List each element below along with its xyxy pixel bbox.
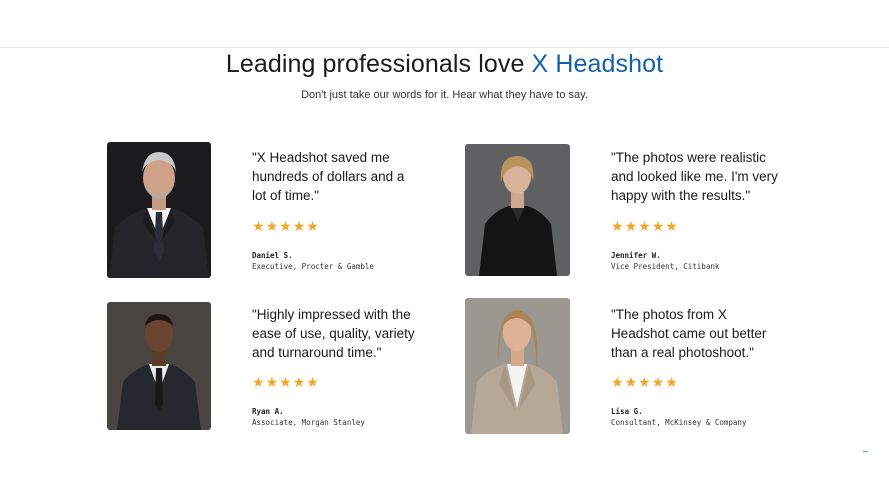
- testimonial-quote-ryan: "Highly impressed with the ease of use, …: [252, 305, 442, 362]
- testimonial-quote-lisa: "The photos from X Headshot came out bet…: [611, 305, 801, 362]
- quote-line: hundreds of dollars and a: [252, 169, 405, 184]
- star-icon: ★: [611, 375, 624, 391]
- star-icon: ★: [292, 375, 306, 391]
- testimonial-quote-jennifer: "The photos were realistic and looked li…: [611, 148, 801, 205]
- rating-stars-ryan: ★ ★ ★ ★ ★: [252, 376, 319, 390]
- star-icon: ★: [638, 375, 651, 391]
- rating-stars-daniel: ★ ★ ★ ★ ★: [252, 220, 319, 234]
- testimonial-name-ryan: Ryan A.: [252, 407, 284, 416]
- testimonial-name-daniel: Daniel S.: [252, 251, 293, 260]
- testimonial-photo-lisa: [465, 298, 570, 434]
- star-icon: ★: [638, 219, 651, 235]
- quote-line: ease of use, quality, variety: [252, 326, 415, 341]
- testimonial-photo-jennifer: [465, 144, 570, 276]
- star-icon: ★: [292, 219, 306, 235]
- star-icon: ★: [252, 375, 265, 391]
- star-icon: ★: [651, 219, 665, 235]
- rating-stars-jennifer: ★ ★ ★ ★ ★: [611, 220, 678, 234]
- quote-line: than a real photoshoot.": [611, 345, 754, 360]
- testimonial-quote-daniel: "X Headshot saved me hundreds of dollars…: [252, 148, 432, 205]
- testimonial-role-ryan: Associate, Morgan Stanley: [252, 418, 365, 427]
- star-icon: ★: [611, 219, 624, 235]
- quote-line: and turnaround time.": [252, 345, 382, 360]
- page-subtitle: Don't just take our words for it. Hear w…: [301, 89, 588, 101]
- star-icon: ★: [665, 375, 678, 391]
- star-icon: ★: [265, 219, 279, 235]
- title-brand: X Headshot: [531, 50, 664, 78]
- star-icon: ★: [252, 219, 265, 235]
- star-icon: ★: [279, 375, 292, 391]
- title-prefix: Leading professionals love: [225, 50, 532, 78]
- testimonial-name-lisa: Lisa G.: [611, 407, 643, 416]
- quote-line: "Highly impressed with the: [252, 307, 411, 322]
- quote-line: "The photos were realistic: [611, 150, 766, 165]
- star-icon: ★: [624, 375, 638, 391]
- testimonial-role-lisa: Consultant, McKinsey & Company: [611, 418, 747, 427]
- quote-line: "X Headshot saved me: [252, 150, 390, 165]
- testimonial-photo-daniel: [107, 142, 211, 278]
- rating-stars-lisa: ★ ★ ★ ★ ★: [611, 376, 678, 390]
- star-icon: ★: [279, 219, 292, 235]
- testimonial-role-daniel: Executive, Procter & Gamble: [252, 262, 374, 271]
- quote-line: lot of time.": [252, 188, 320, 203]
- quote-line: happy with the results.": [611, 188, 751, 203]
- star-icon: ★: [624, 219, 638, 235]
- testimonial-role-jennifer: Vice President, Citibank: [611, 262, 720, 271]
- quote-line: "The photos from X: [611, 307, 727, 322]
- top-divider: [0, 47, 889, 48]
- testimonial-photo-ryan: [107, 302, 211, 430]
- scroll-indicator: [863, 451, 868, 452]
- star-icon: ★: [306, 375, 319, 391]
- quote-line: Headshot came out better: [611, 326, 767, 341]
- testimonial-name-jennifer: Jennifer W.: [611, 251, 661, 260]
- star-icon: ★: [665, 219, 678, 235]
- page-title: Leading professionals love X Headshot: [0, 50, 889, 79]
- quote-line: and looked like me. I'm very: [611, 169, 778, 184]
- star-icon: ★: [651, 375, 665, 391]
- star-icon: ★: [265, 375, 279, 391]
- star-icon: ★: [306, 219, 319, 235]
